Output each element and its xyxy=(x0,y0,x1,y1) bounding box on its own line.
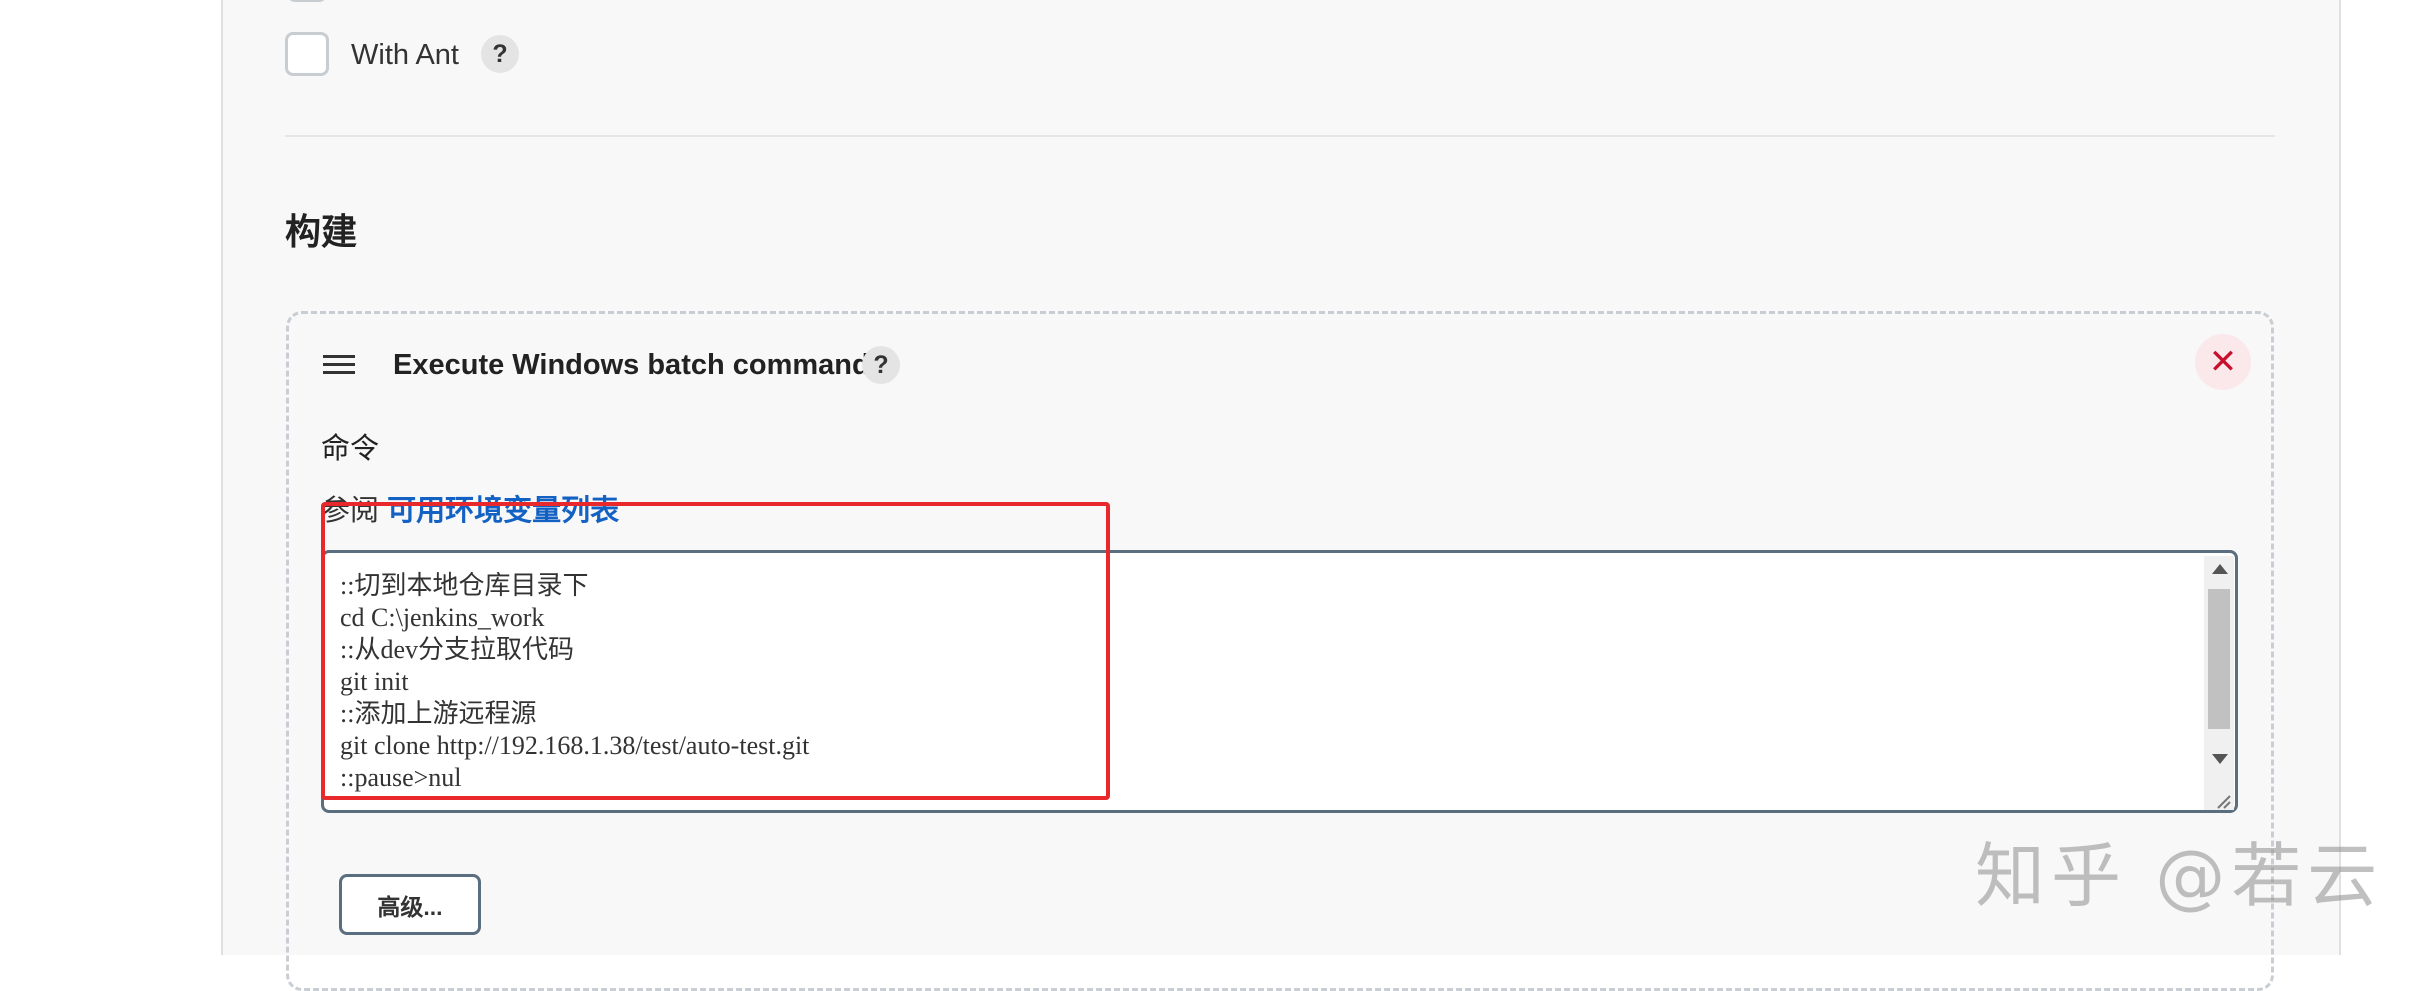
scroll-down-arrow-icon[interactable] xyxy=(2212,754,2228,764)
command-textarea-content[interactable]: ::切到本地仓库目录下 cd C:\jenkins_work ::从dev分支拉… xyxy=(340,570,2190,794)
section-divider xyxy=(285,135,2275,137)
with-ant-checkbox[interactable] xyxy=(285,32,329,76)
build-section-title: 构建 xyxy=(285,211,358,252)
with-ant-label: With Ant xyxy=(351,39,459,71)
build-step-help-icon[interactable]: ? xyxy=(862,346,900,384)
zhihu-watermark: 知乎 @若云 xyxy=(1975,835,2384,917)
scroll-thumb[interactable] xyxy=(2208,589,2230,729)
advanced-button[interactable]: 高级... xyxy=(339,874,481,935)
textarea-scrollbar[interactable] xyxy=(2204,556,2234,810)
see-also-line: 参阅 可用环境变量列表 xyxy=(321,487,619,529)
command-field-label: 命令 xyxy=(321,433,380,465)
resize-grip-icon[interactable] xyxy=(2214,792,2232,810)
see-also-prefix: 参阅 xyxy=(321,495,380,527)
env-vars-link[interactable]: 可用环境变量列表 xyxy=(387,495,619,527)
scroll-up-arrow-icon[interactable] xyxy=(2212,564,2228,574)
drag-handle-icon[interactable] xyxy=(323,355,355,375)
build-step-title: Execute Windows batch command xyxy=(393,349,870,381)
checkbox-above-partial[interactable] xyxy=(287,0,327,2)
delete-step-close-icon[interactable]: ✕ xyxy=(2195,334,2251,390)
with-ant-help-icon[interactable]: ? xyxy=(481,35,519,73)
